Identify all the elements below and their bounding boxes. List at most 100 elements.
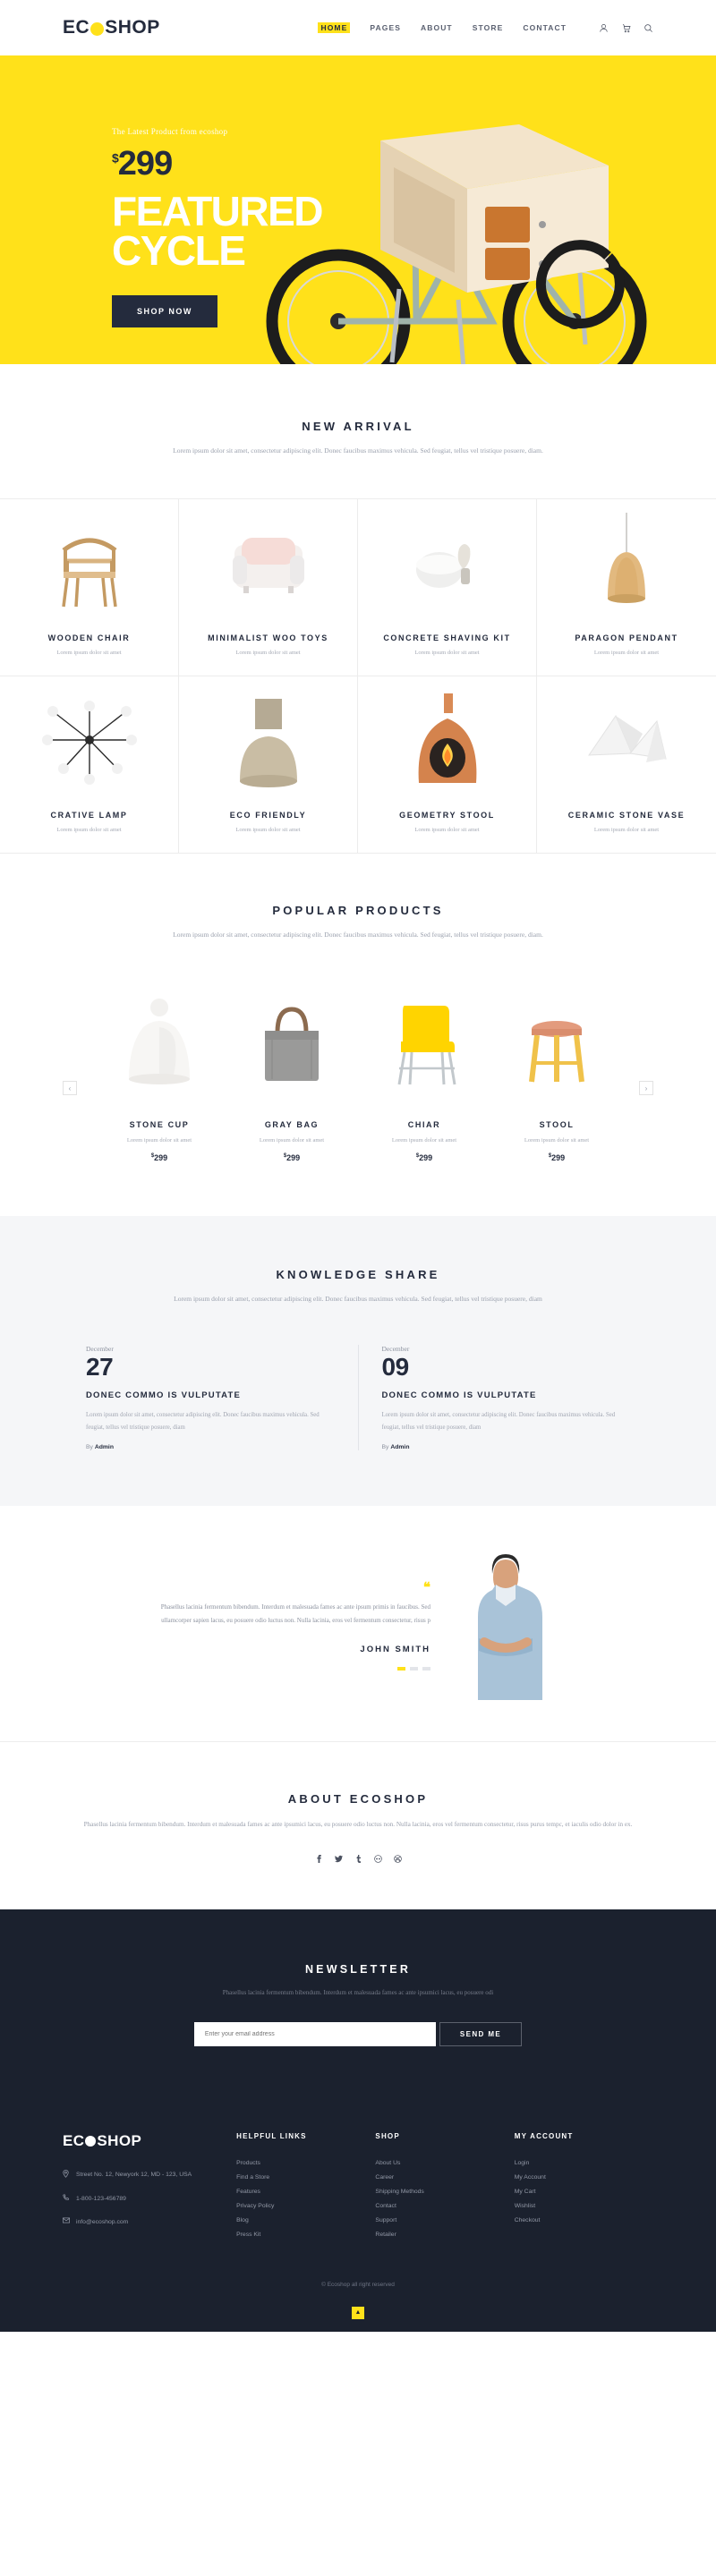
- footer-brand-column: EC SHOP Street No. 12, Newyork 12, MD - 1…: [63, 2132, 236, 2246]
- blog-post-month: December: [86, 1345, 114, 1353]
- popular-products-carousel: ‹ STONE CUP Lorem ipsum dolor sit amet $…: [63, 981, 653, 1162]
- nav-item-pages[interactable]: PAGES: [370, 23, 401, 32]
- footer-email-row: info@ecoshop.com: [63, 2217, 236, 2229]
- footer-link-checkout[interactable]: Checkout: [515, 2217, 653, 2223]
- testimonial-pagination[interactable]: [157, 1666, 430, 1671]
- nav-item-store[interactable]: STORE: [473, 23, 504, 32]
- footer-email-text[interactable]: info@ecoshop.com: [76, 2217, 128, 2229]
- footer-link-my-cart[interactable]: My Cart: [515, 2189, 653, 2195]
- about-title: ABOUT ECOSHOP: [287, 1791, 429, 1806]
- product-card[interactable]: CRATIVE LAMP Lorem ipsum dolor sit amet: [0, 676, 179, 854]
- dribbble-icon[interactable]: [393, 1855, 402, 1865]
- flickr-icon[interactable]: [373, 1855, 382, 1865]
- carousel-next-button[interactable]: ›: [639, 1081, 653, 1095]
- footer-link-shipping-methods[interactable]: Shipping Methods: [375, 2189, 514, 2195]
- search-icon[interactable]: [644, 23, 653, 33]
- product-desc: Lorem ipsum dolor sit amet: [593, 650, 660, 656]
- nav-item-home[interactable]: HOME: [318, 22, 351, 33]
- footer-link-retailer[interactable]: Retailer: [375, 2232, 514, 2238]
- footer-column-heading: SHOP: [375, 2131, 400, 2140]
- facebook-icon[interactable]: [315, 1854, 323, 1865]
- product-card[interactable]: ECO FRIENDLY Lorem ipsum dolor sit amet: [179, 676, 358, 854]
- footer-link-my-account[interactable]: My Account: [515, 2174, 653, 2181]
- chevron-up-icon[interactable]: ▲: [352, 2306, 364, 2319]
- footer-link-contact[interactable]: Contact: [375, 2203, 514, 2209]
- footer-link-privacy-policy[interactable]: Privacy Policy: [236, 2203, 375, 2209]
- testimonial-dot[interactable]: [397, 1666, 405, 1671]
- popular-products-desc: Lorem ipsum dolor sit amet, consectetur …: [173, 931, 543, 939]
- price-value: 299: [419, 1153, 433, 1162]
- popular-product-card[interactable]: STOOL Lorem ipsum dolor sit amet $299: [490, 981, 623, 1162]
- footer-link-support[interactable]: Support: [375, 2217, 514, 2223]
- popular-product-card[interactable]: GRAY BAG Lorem ipsum dolor sit amet $299: [226, 981, 358, 1162]
- newsletter-section: NEWSLETTER Phasellus lacinia fermentum b…: [0, 1909, 716, 2095]
- popular-products-section: POPULAR PRODUCTS Lorem ipsum dolor sit a…: [0, 854, 716, 1216]
- header-icon-group: [599, 23, 653, 33]
- popular-product-card[interactable]: CHIAR Lorem ipsum dolor sit amet $299: [358, 981, 490, 1162]
- product-card[interactable]: WOODEN CHAIR Lorem ipsum dolor sit amet: [0, 499, 179, 676]
- footer-logo[interactable]: EC SHOP: [63, 2132, 236, 2150]
- testimonial-content: ❝ Phasellus lacinia fermentum bibendum. …: [157, 1581, 452, 1671]
- blog-post-card[interactable]: December 27 DONEC COMMO IS VULPUTATE Lor…: [63, 1345, 358, 1450]
- footer-link-list: About Us Career Shipping Methods Contact…: [375, 2160, 514, 2238]
- product-card[interactable]: CERAMIC STONE VASE Lorem ipsum dolor sit…: [537, 676, 716, 854]
- hero-price: $299: [112, 147, 322, 181]
- popular-product-name: GRAY BAG: [264, 1120, 320, 1129]
- newsletter-form: SEND ME: [63, 2021, 653, 2046]
- about-section: ABOUT ECOSHOP Phasellus lacinia fermentu…: [0, 1742, 716, 1909]
- popular-product-card[interactable]: STONE CUP Lorem ipsum dolor sit amet $29…: [93, 981, 226, 1162]
- new-arrival-title: NEW ARRIVAL: [302, 420, 414, 433]
- newsletter-email-input[interactable]: [193, 2021, 436, 2046]
- product-card[interactable]: GEOMETRY STOOL Lorem ipsum dolor sit ame…: [358, 676, 537, 854]
- blog-post-list: December 27 DONEC COMMO IS VULPUTATE Lor…: [63, 1345, 653, 1450]
- footer-link-login[interactable]: Login: [515, 2160, 653, 2166]
- location-pin-icon: [63, 2169, 70, 2183]
- main-navigation: HOME PAGES ABOUT STORE CONTACT: [318, 22, 653, 33]
- shop-now-button[interactable]: SHOP NOW: [112, 295, 217, 328]
- product-name: WOODEN CHAIR: [47, 633, 131, 642]
- user-icon[interactable]: [599, 23, 609, 33]
- product-card[interactable]: CONCRETE SHAVING KIT Lorem ipsum dolor s…: [358, 499, 537, 676]
- footer-link-find-a-store[interactable]: Find a Store: [236, 2174, 375, 2181]
- blog-author-prefix: By: [86, 1443, 95, 1450]
- popular-product-name: CHIAR: [407, 1120, 441, 1129]
- logo-text-last: SHOP: [105, 17, 160, 38]
- footer-link-career[interactable]: Career: [375, 2174, 514, 2181]
- footer-link-press-kit[interactable]: Press Kit: [236, 2232, 375, 2238]
- footer-phone-text[interactable]: 1-800-123-456789: [76, 2194, 126, 2206]
- product-name: ECO FRIENDLY: [229, 811, 307, 820]
- popular-product-price: $299: [93, 1153, 226, 1162]
- testimonial-dot[interactable]: [410, 1666, 418, 1671]
- blog-post-text: Lorem ipsum dolor sit amet, consectetur …: [86, 1412, 320, 1432]
- blog-post-text: Lorem ipsum dolor sit amet, consectetur …: [381, 1412, 616, 1432]
- nav-item-contact[interactable]: CONTACT: [523, 23, 567, 32]
- footer-link-wishlist[interactable]: Wishlist: [515, 2203, 653, 2209]
- testimonial-section: ❝ Phasellus lacinia fermentum bibendum. …: [0, 1506, 716, 1742]
- newsletter-submit-button[interactable]: SEND ME: [439, 2021, 523, 2046]
- footer-phone-row: 1-800-123-456789: [63, 2193, 236, 2206]
- back-to-top[interactable]: ▲: [0, 2302, 716, 2332]
- testimonial-dot[interactable]: [422, 1666, 430, 1671]
- footer-link-features[interactable]: Features: [236, 2189, 375, 2195]
- hero-title-line1: FEATURED: [112, 188, 324, 234]
- blog-post-card[interactable]: December 09 DONEC COMMO IS VULPUTATE Lor…: [357, 1345, 654, 1450]
- footer-link-blog[interactable]: Blog: [236, 2217, 375, 2223]
- cart-icon[interactable]: [621, 23, 631, 33]
- popular-products-list: STONE CUP Lorem ipsum dolor sit amet $29…: [93, 981, 623, 1162]
- minimalist-woo-toys-image: [179, 499, 357, 633]
- nav-item-about[interactable]: ABOUT: [421, 23, 453, 32]
- carousel-prev-button[interactable]: ‹: [63, 1081, 77, 1095]
- twitter-icon[interactable]: [334, 1855, 343, 1865]
- popular-product-price: $299: [358, 1153, 490, 1162]
- footer-link-products[interactable]: Products: [236, 2160, 375, 2166]
- social-links: [63, 1854, 653, 1865]
- paragon-pendant-image: [537, 499, 716, 633]
- footer-link-about-us[interactable]: About Us: [375, 2160, 514, 2166]
- tumblr-icon[interactable]: [354, 1854, 362, 1865]
- site-logo[interactable]: EC SHOP: [63, 17, 160, 38]
- mail-icon: [63, 2217, 70, 2229]
- footer-logo-text-last: SHOP: [97, 2131, 142, 2149]
- product-card[interactable]: PARAGON PENDANT Lorem ipsum dolor sit am…: [537, 499, 716, 676]
- knowledge-share-title: KNOWLEDGE SHARE: [276, 1268, 440, 1281]
- product-card[interactable]: MINIMALIST WOO TOYS Lorem ipsum dolor si…: [179, 499, 358, 676]
